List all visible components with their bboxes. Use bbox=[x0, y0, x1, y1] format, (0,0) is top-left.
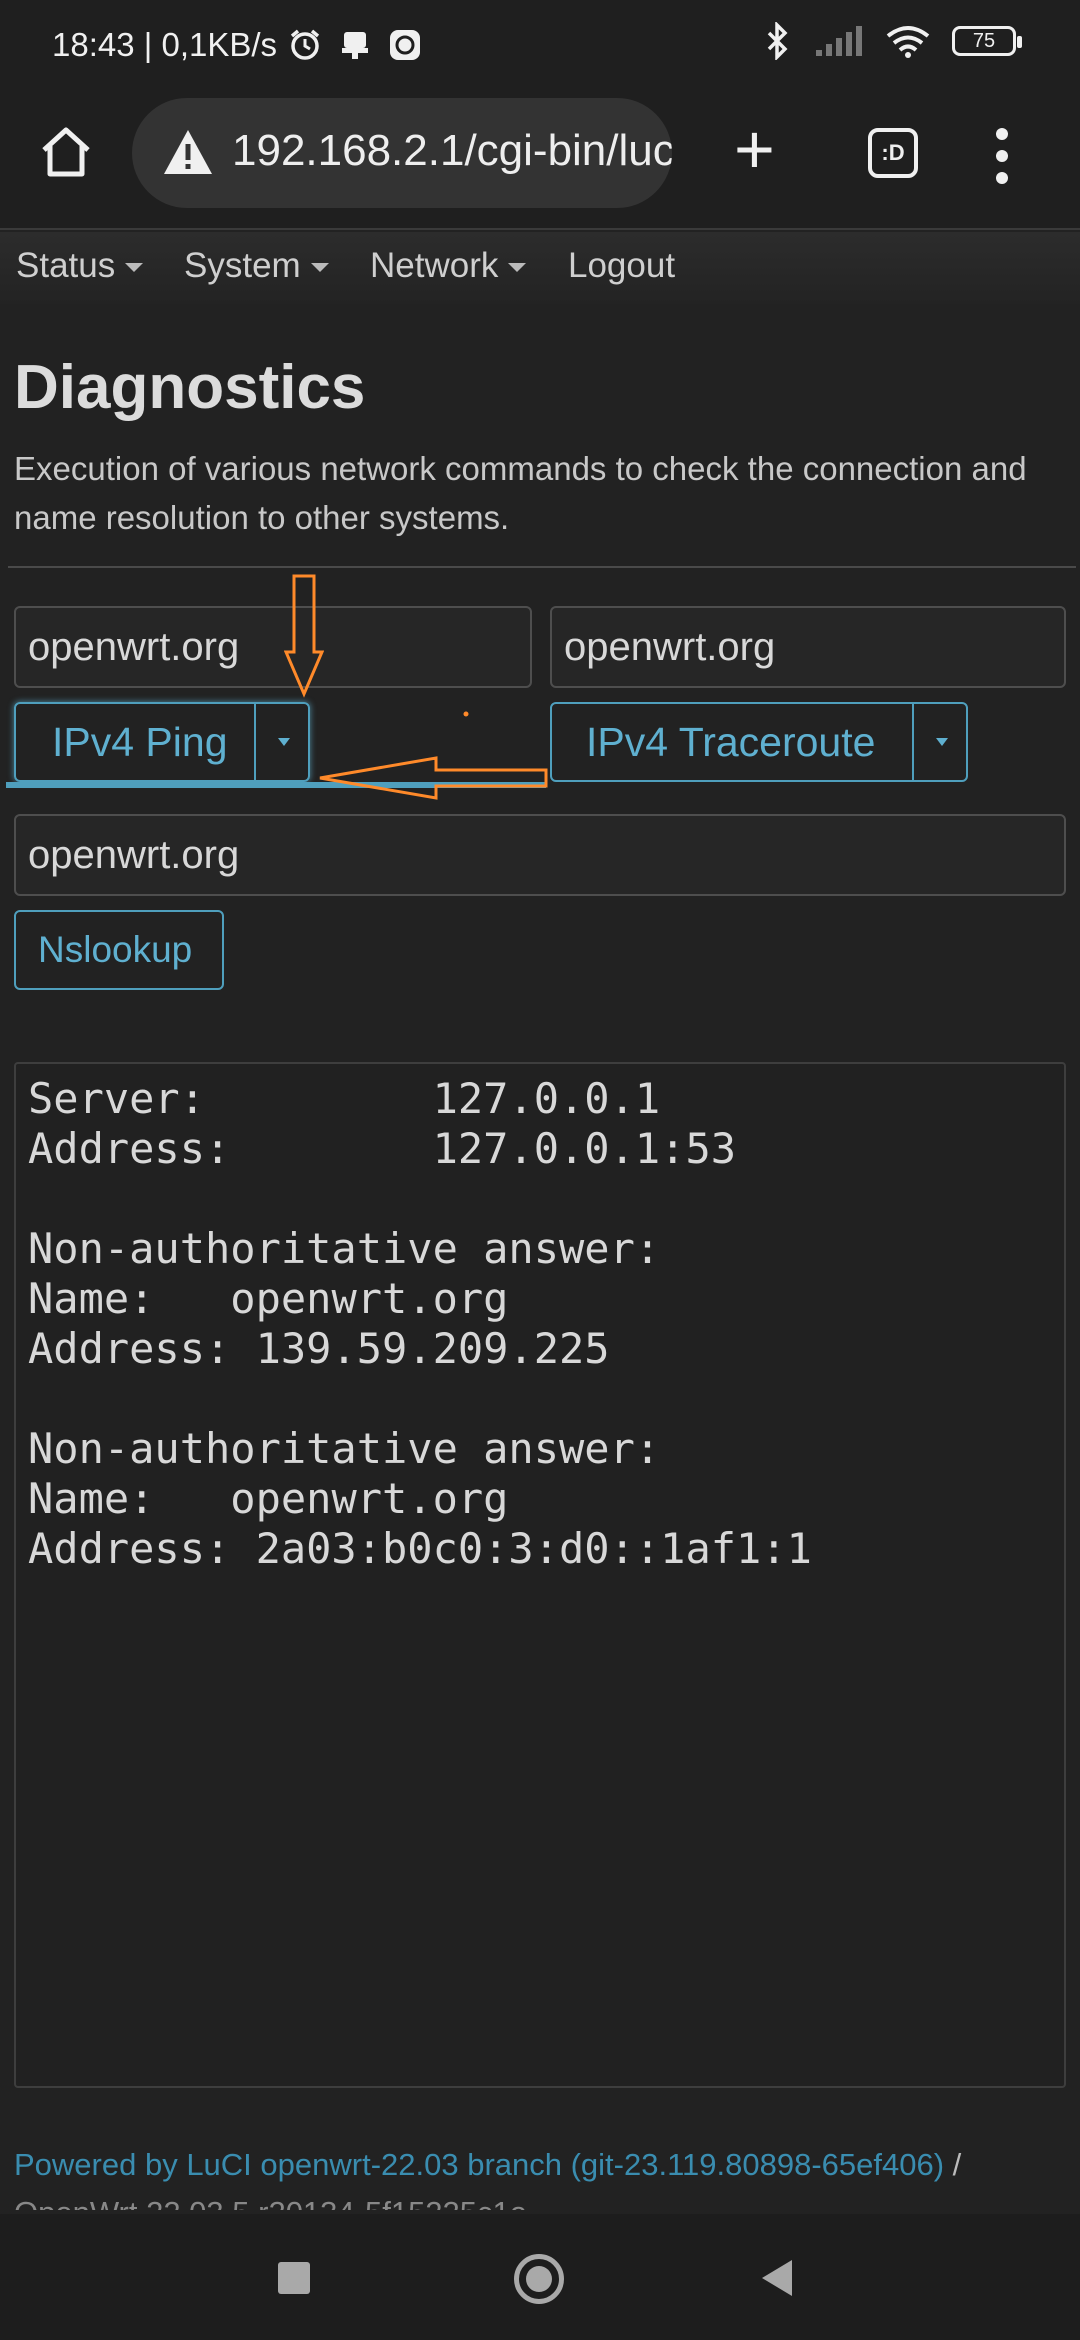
page-description: Execution of various network commands to… bbox=[14, 450, 1027, 536]
chevron-down-icon bbox=[125, 263, 144, 273]
ping-button[interactable]: IPv4 Ping bbox=[14, 702, 310, 782]
nslookup-button-label: Nslookup bbox=[38, 929, 193, 970]
signal-icon bbox=[816, 26, 862, 56]
ping-host-input[interactable]: openwrt.org bbox=[14, 606, 532, 688]
traceroute-host-input[interactable]: openwrt.org bbox=[550, 606, 1066, 688]
warning-icon[interactable] bbox=[162, 128, 214, 176]
ping-dropdown-toggle[interactable] bbox=[254, 704, 308, 780]
recents-icon[interactable] bbox=[278, 2262, 310, 2294]
url-text[interactable]: 192.168.2.1/cgi-bin/luci/admin/network/d… bbox=[232, 126, 672, 176]
traceroute-button-label: IPv4 Traceroute bbox=[586, 719, 876, 765]
status-time: 18:43 | 0,1KB/s bbox=[52, 26, 278, 63]
divider bbox=[8, 566, 1076, 568]
main-menu: Status System Network Logout bbox=[0, 232, 1080, 304]
browser-toolbar: 192.168.2.1/cgi-bin/luci/admin/network/d… bbox=[0, 92, 1080, 230]
app-icon bbox=[390, 30, 420, 60]
status-icons-right: 75 bbox=[762, 22, 1022, 60]
chevron-down-icon bbox=[310, 263, 329, 273]
annotation-dot bbox=[463, 711, 469, 717]
chevron-down-icon bbox=[508, 263, 527, 273]
menu-item-system[interactable]: System bbox=[184, 246, 329, 286]
wifi-icon bbox=[886, 26, 930, 58]
ping-button-label: IPv4 Ping bbox=[52, 719, 228, 765]
footer: Powered by LuCI openwrt-22.03 branch (gi… bbox=[14, 2136, 1074, 2210]
battery-icon: 75 bbox=[952, 26, 1022, 56]
footer-separator: / bbox=[952, 2147, 962, 2182]
nslookup-host-input[interactable]: openwrt.org bbox=[14, 814, 1066, 896]
menu-item-status[interactable]: Status bbox=[16, 246, 144, 286]
menu-item-network[interactable]: Network bbox=[370, 246, 527, 286]
footer-version: OpenWrt 22.03.5 r20134-5f15225c1e bbox=[14, 2184, 1074, 2210]
bluetooth-icon bbox=[767, 22, 788, 60]
footer-powered-by-link[interactable]: Powered by LuCI openwrt-22.03 branch (gi… bbox=[14, 2147, 944, 2182]
nav-home-icon[interactable] bbox=[514, 2254, 564, 2304]
more-options-icon[interactable] bbox=[992, 126, 1012, 186]
annotation-left-arrow bbox=[319, 756, 548, 800]
command-output[interactable] bbox=[14, 1062, 1066, 2088]
notification-icon bbox=[342, 32, 368, 59]
new-tab-button[interactable]: + bbox=[734, 114, 775, 184]
traceroute-button[interactable]: IPv4 Traceroute bbox=[550, 702, 968, 782]
home-icon[interactable] bbox=[36, 122, 96, 182]
menu-item-logout[interactable]: Logout bbox=[568, 246, 675, 286]
tab-switcher-button[interactable]: :D bbox=[868, 128, 918, 178]
status-bar: 18:43 | 0,1KB/s 75 bbox=[0, 0, 1080, 92]
system-nav-bar bbox=[0, 2214, 1080, 2340]
page-title: Diagnostics bbox=[14, 353, 366, 422]
address-bar[interactable]: 192.168.2.1/cgi-bin/luci/admin/network/d… bbox=[132, 98, 672, 208]
annotation-down-arrow bbox=[284, 574, 324, 698]
traceroute-dropdown-toggle[interactable] bbox=[912, 704, 966, 780]
nslookup-button[interactable]: Nslookup bbox=[14, 910, 224, 990]
back-icon[interactable] bbox=[762, 2260, 792, 2296]
alarm-icon bbox=[290, 29, 320, 60]
status-icons-left bbox=[288, 28, 422, 62]
